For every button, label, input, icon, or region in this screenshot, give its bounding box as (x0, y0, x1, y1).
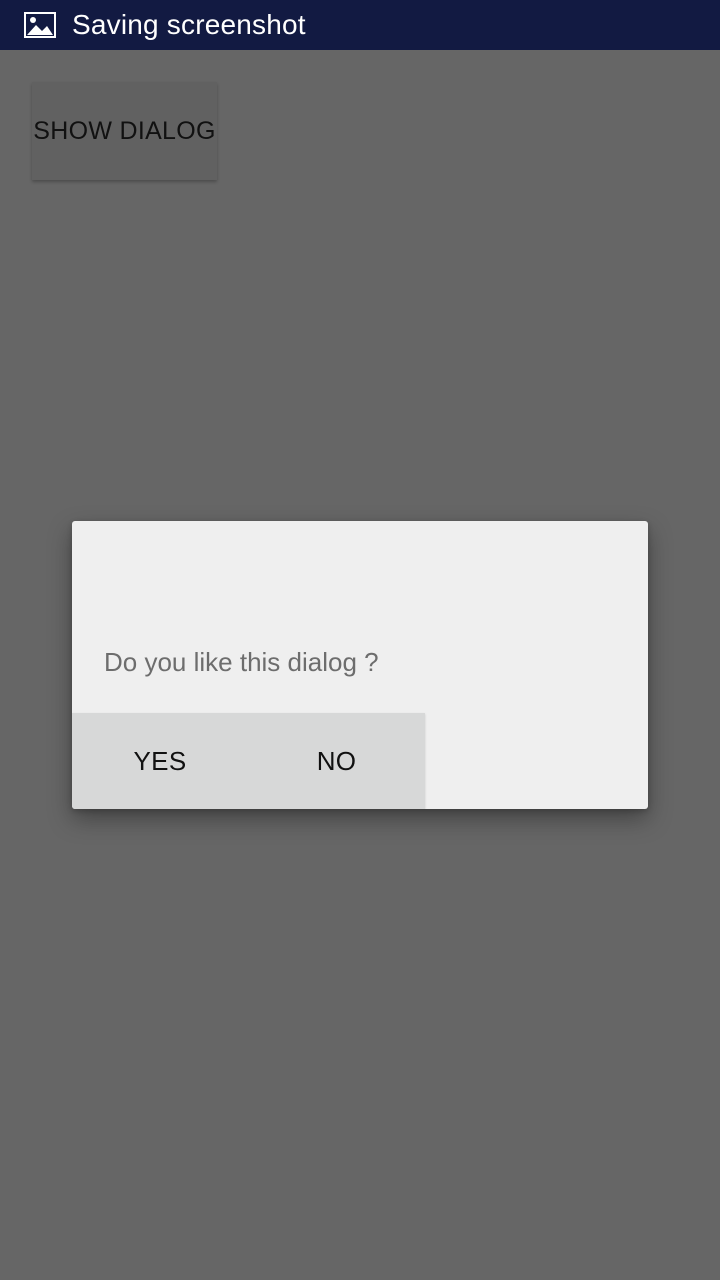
no-button[interactable]: NO (248, 713, 425, 809)
confirm-dialog: Do you like this dialog ? YES NO (72, 521, 648, 809)
image-icon (24, 12, 56, 38)
dialog-button-bar: YES NO (72, 713, 425, 809)
yes-button[interactable]: YES (72, 713, 248, 809)
show-dialog-button[interactable]: SHOW DIALOG (32, 82, 217, 180)
status-bar: Saving screenshot (0, 0, 720, 50)
dialog-message: Do you like this dialog ? (104, 647, 379, 677)
status-text: Saving screenshot (72, 9, 306, 40)
